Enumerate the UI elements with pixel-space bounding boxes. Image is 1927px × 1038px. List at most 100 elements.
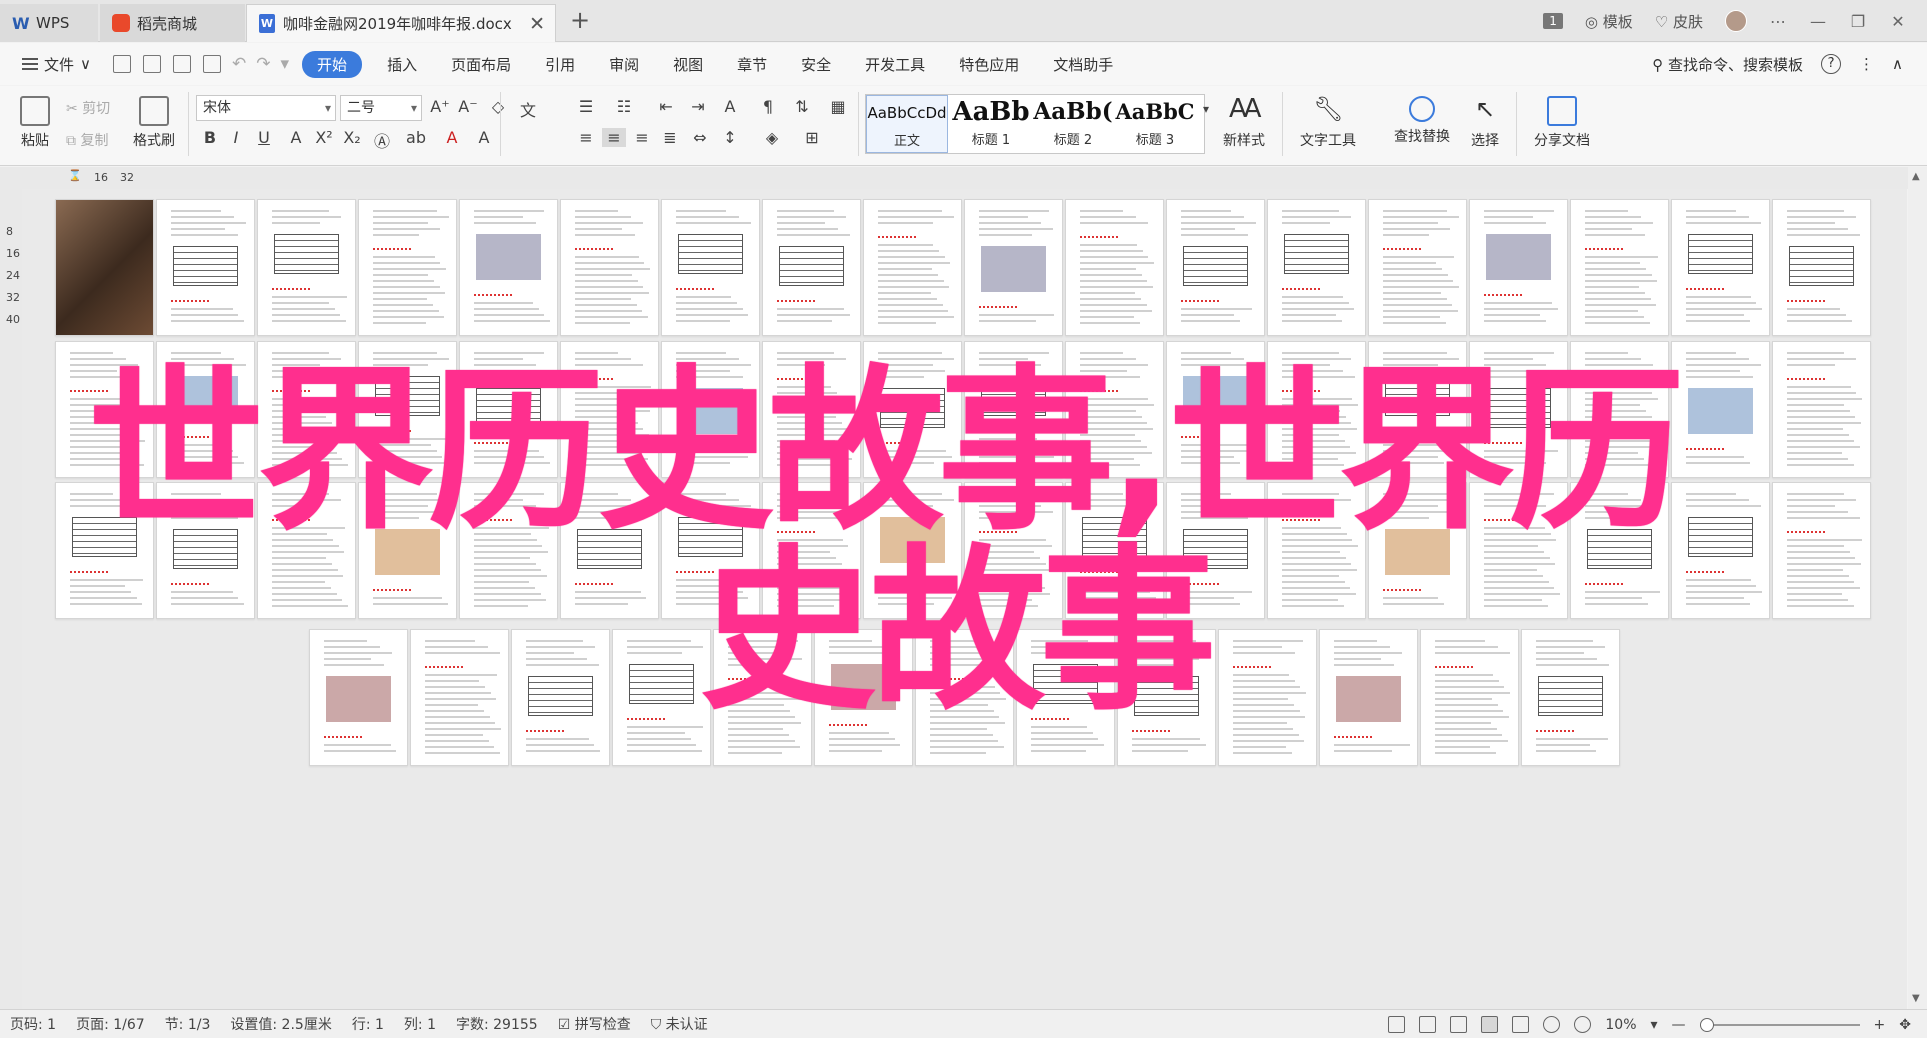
paste-button[interactable]: 粘贴 [12,96,58,150]
help-icon[interactable]: ? [1821,54,1842,74]
template-button[interactable]: ◎ 模板 [1585,11,1633,32]
outline-view-icon[interactable] [1512,1016,1530,1033]
status-page[interactable]: 页面: 1/67 [66,1014,155,1034]
file-menu[interactable]: 文件 ∨ [0,54,107,75]
zoom-slider[interactable] [1699,1017,1860,1032]
borders-icon[interactable]: ⊞ [800,128,824,147]
highlight-icon[interactable]: ab [404,128,428,147]
web-view-icon[interactable] [1543,1016,1561,1033]
style-heading-2[interactable]: AaBb( 标题 2 [1032,95,1114,153]
text-effect-icon[interactable]: Ⓐ [370,128,394,152]
shrink-font-icon[interactable]: A⁻ [456,97,480,116]
close-tab-icon[interactable]: ✕ [529,13,545,35]
tab-doc-assistant[interactable]: 文档助手 [1036,54,1130,75]
undo-icon[interactable]: ↶ [232,54,246,74]
page-view-icon[interactable] [1481,1016,1499,1033]
page-thumbnail[interactable] [1420,629,1519,766]
tab-page-layout[interactable]: 页面布局 [434,54,528,75]
page-thumbnail[interactable] [762,199,861,336]
page-thumbnail[interactable] [661,199,760,336]
show-marks-icon[interactable]: ¶ [756,97,780,116]
page-thumbnail[interactable] [1671,199,1770,336]
vertical-ruler[interactable]: 8 16 24 32 40 [0,189,22,1009]
certification-button[interactable]: ⛉ 未认证 [641,1014,718,1034]
justify-icon[interactable]: ≣ [658,128,682,147]
indent-marker-icon[interactable]: ⌛ [68,169,82,182]
chinese-layout-icon[interactable]: A [718,97,742,116]
redo-icon[interactable]: ↷ [256,54,270,74]
cut-button[interactable]: ✂ 剪切 [66,98,126,118]
collapse-ribbon-icon[interactable]: ∧ [1892,55,1903,73]
page-thumbnail[interactable] [309,629,408,766]
format-painter-button[interactable]: 格式刷 [128,96,180,150]
page-thumbnail[interactable] [156,199,255,336]
zoom-dropdown-icon[interactable]: ▾ [1651,1017,1658,1033]
tab-security[interactable]: 安全 [784,54,848,75]
style-heading-1[interactable]: AaBb 标题 1 [950,95,1032,153]
page-thumbnail[interactable] [1671,482,1770,619]
page-thumbnail[interactable] [1319,629,1418,766]
distribute-icon[interactable]: ⇔ [688,128,712,147]
export-pdf-icon[interactable] [143,55,161,73]
tab-developer[interactable]: 开发工具 [848,54,942,75]
page-thumbnail[interactable] [964,199,1063,336]
scroll-down-icon[interactable]: ▼ [1912,993,1920,1004]
page-thumbnail[interactable] [1772,199,1871,336]
underline-icon[interactable]: U [252,128,276,147]
page-thumbnail[interactable] [612,629,711,766]
font-color-icon[interactable]: A [440,128,464,147]
superscript-icon[interactable]: X² [312,128,336,147]
italic-icon[interactable]: I [224,128,248,147]
tab-wps[interactable]: W WPS [0,4,98,42]
minimize-icon[interactable]: — [1809,12,1827,31]
table-grid-icon[interactable]: ▦ [826,97,850,116]
page-thumbnail[interactable] [1267,199,1366,336]
page-thumbnail[interactable] [55,199,154,336]
tab-home[interactable]: 开始 [302,50,363,78]
more-options-icon[interactable]: ⋮ [1859,55,1874,73]
grow-font-icon[interactable]: A⁺ [428,97,452,116]
font-name-select[interactable]: 宋体 [196,95,336,121]
status-column[interactable]: 列: 1 [394,1014,446,1034]
align-right-icon[interactable]: ≡ [630,128,654,147]
close-window-icon[interactable]: ✕ [1889,12,1907,31]
zoom-out-icon[interactable]: — [1672,1017,1686,1033]
page-thumbnail[interactable] [1772,482,1871,619]
scroll-up-icon[interactable]: ▲ [1912,171,1920,182]
copy-button[interactable]: ⧉ 复制 [66,130,126,150]
page-thumbnail[interactable] [1469,199,1568,336]
page-thumbnail[interactable] [1570,199,1669,336]
page-thumbnail[interactable] [257,199,356,336]
sort-icon[interactable]: ⇅ [790,97,814,116]
vertical-scrollbar[interactable]: ▲ ▼ [1908,167,1927,1009]
find-replace-button[interactable]: 查找替换 [1384,96,1460,146]
fit-page-icon[interactable]: ✥ [1899,1017,1911,1033]
page-thumbnail[interactable] [863,199,962,336]
save-icon[interactable] [113,55,131,73]
avatar[interactable] [1725,10,1747,32]
page-thumbnail[interactable] [1065,199,1164,336]
window-count-badge[interactable]: 1 [1543,13,1563,29]
align-center-icon[interactable]: ≡ [602,128,626,147]
page-thumbnail[interactable] [459,199,558,336]
char-shading-icon[interactable]: A [472,128,496,147]
style-normal[interactable]: AaBbCcDd 正文 [866,95,948,153]
bold-icon[interactable]: B [198,128,222,147]
style-heading-3[interactable]: AaBbC 标题 3 [1114,95,1196,153]
status-word-count[interactable]: 字数: 29155 [446,1014,548,1034]
command-search[interactable]: ⚲ 查找命令、搜索模板 [1652,54,1803,75]
eye-protection-icon[interactable] [1574,1016,1592,1033]
page-thumbnail[interactable] [358,199,457,336]
tab-view[interactable]: 视图 [656,54,720,75]
read-mode-icon[interactable] [1419,1016,1437,1033]
page-thumbnail[interactable] [511,629,610,766]
subscript-icon[interactable]: X₂ [340,128,364,147]
shading-icon[interactable]: ◈ [760,128,784,147]
tab-chapter[interactable]: 章节 [720,54,784,75]
page-thumbnail[interactable] [1521,629,1620,766]
print-preview-icon[interactable] [203,55,221,73]
horizontal-ruler[interactable]: 16 32 ⌛ [0,167,1927,189]
user-menu-icon[interactable]: ⋯ [1769,12,1787,31]
new-style-button[interactable]: Ꜳ 新样式 [1214,96,1274,150]
page-thumbnail[interactable] [1772,341,1871,478]
